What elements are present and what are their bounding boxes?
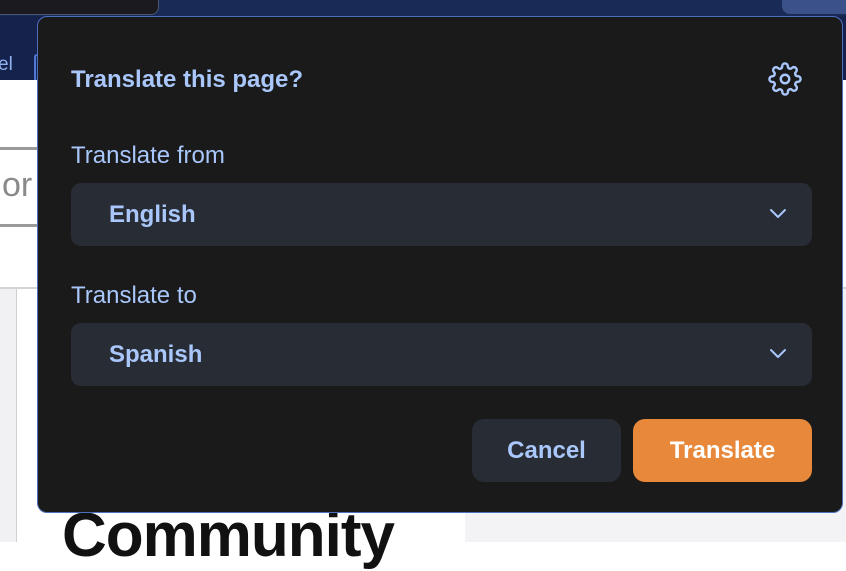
translate-from-select[interactable]: English <box>71 183 812 246</box>
popup-title: Translate this page? <box>71 66 304 93</box>
cancel-button[interactable]: Cancel <box>472 419 621 482</box>
chevron-down-icon <box>770 209 786 218</box>
translate-from-label: Translate from <box>71 142 225 169</box>
translate-to-label: Translate to <box>71 282 197 309</box>
browser-tab[interactable] <box>0 0 159 15</box>
page-left-gutter-border <box>16 289 17 542</box>
page-search-partial-text: or <box>2 166 33 204</box>
chevron-down-icon <box>770 349 786 358</box>
translate-button[interactable]: Translate <box>633 419 812 482</box>
toolbar-partial-label: el <box>0 54 13 75</box>
gear-icon <box>768 62 802 96</box>
page-left-gutter <box>0 289 16 542</box>
translate-to-select[interactable]: Spanish <box>71 323 812 386</box>
settings-button[interactable] <box>764 59 806 99</box>
translate-from-value: English <box>109 201 196 228</box>
account-button[interactable] <box>782 0 846 14</box>
translate-popup: Translate this page? Translate from Engl… <box>37 16 843 513</box>
translate-to-value: Spanish <box>109 341 203 368</box>
